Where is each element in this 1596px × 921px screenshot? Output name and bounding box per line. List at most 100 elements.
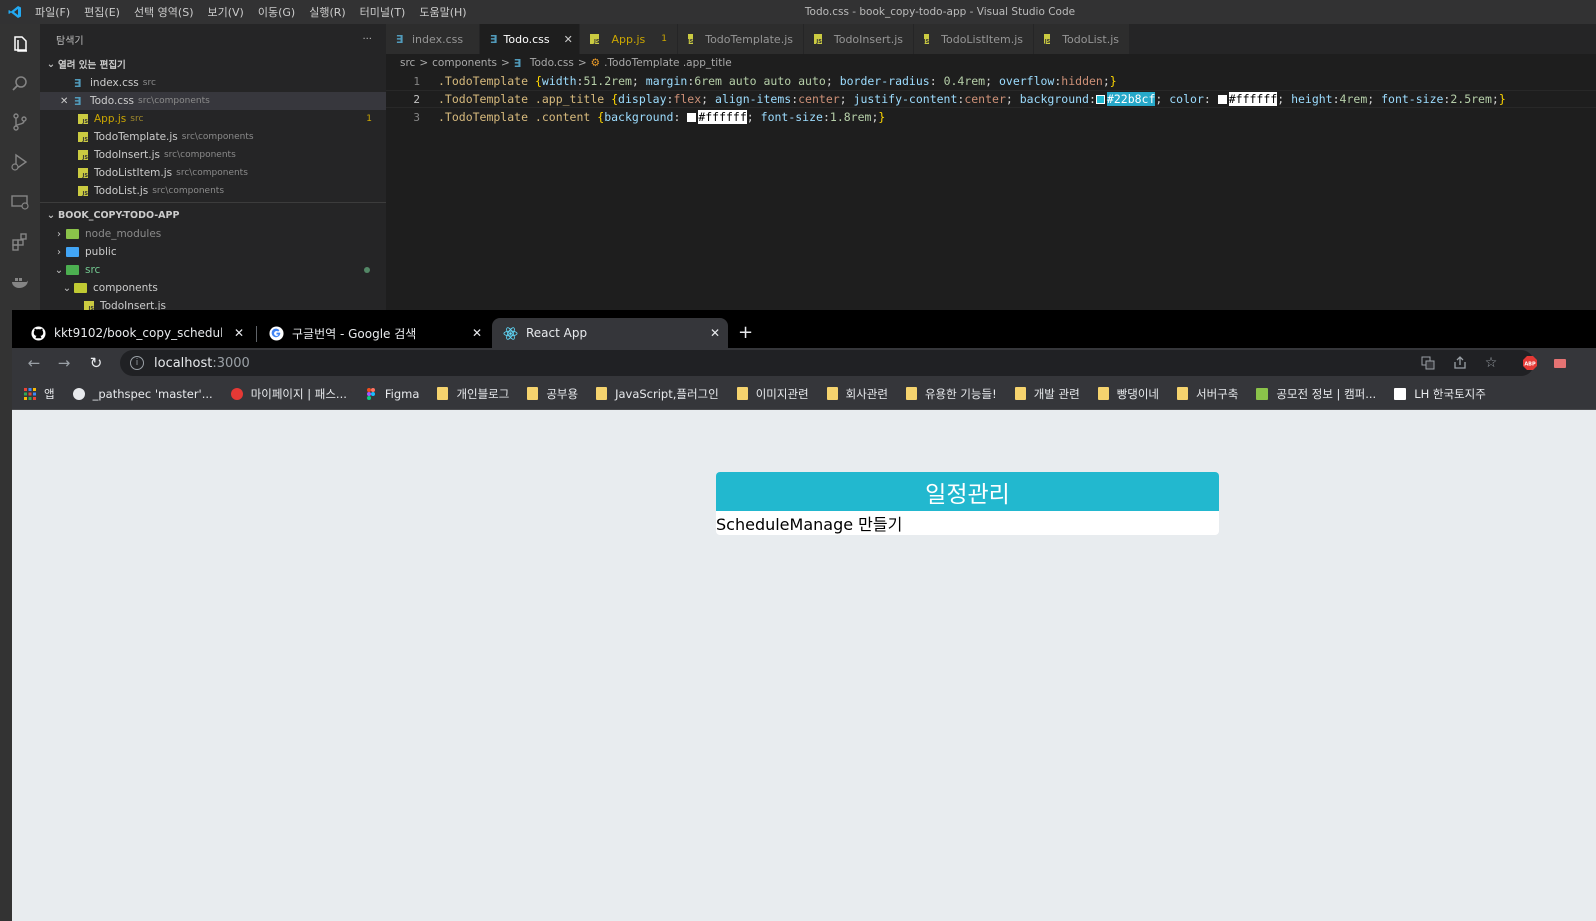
code-editor[interactable]: 1 .TodoTemplate {width:51.2rem; margin:6… (386, 72, 1596, 310)
tab-todo-css[interactable]: ∃ Todo.css ✕ (480, 24, 580, 54)
bookmark-folder[interactable]: 유용한 기능들! (905, 386, 997, 402)
open-editors-section[interactable]: ⌄ 열려 있는 편집기 (40, 54, 386, 74)
breadcrumb-item[interactable]: .TodoTemplate .app_title (604, 57, 732, 69)
bookmark-apps[interactable]: 앱 (24, 386, 55, 402)
back-arrow-icon[interactable]: ← (24, 353, 44, 373)
close-icon[interactable]: ✕ (60, 96, 74, 107)
vscode-logo-icon (0, 0, 30, 24)
tab-label: TodoListItem.js (941, 32, 1023, 46)
bookmark-item[interactable]: 마이페이지 | 패스... (230, 386, 347, 402)
open-editor-item[interactable]: TodoList.js src\components (40, 182, 386, 200)
bookmark-item[interactable]: LH 한국토지주 (1394, 386, 1486, 402)
github-icon (30, 325, 46, 341)
url-port: :3000 (212, 355, 250, 371)
close-tab-icon[interactable]: ✕ (710, 326, 720, 340)
run-debug-icon[interactable] (8, 150, 32, 174)
open-editor-item[interactable]: ∃ index.css src (40, 74, 386, 92)
menu-view[interactable]: 보기(V) (207, 4, 243, 20)
bookmark-star-icon[interactable]: ☆ (1483, 355, 1499, 371)
bookmark-item[interactable]: _pathspec 'master'... (72, 387, 213, 401)
css-file-icon: ∃ (513, 56, 522, 70)
bookmark-folder[interactable]: 개발 관련 (1014, 386, 1080, 402)
chrome-tab-react-app[interactable]: React App ✕ (492, 318, 728, 348)
bookmark-label: 빵댕이네 (1116, 386, 1160, 401)
color-swatch[interactable] (1095, 95, 1105, 104)
bookmark-label: 앱 (44, 386, 55, 401)
folder-icon (736, 387, 748, 400)
tree-item-folder[interactable]: ⌄ src (40, 261, 386, 279)
tree-item-folder[interactable]: › public (40, 243, 386, 261)
problem-count-badge: 1 (366, 114, 372, 124)
tree-item-folder[interactable]: ⌄ components (40, 279, 386, 297)
menu-terminal[interactable]: 터미널(T) (360, 4, 406, 20)
file-path: src\components (176, 168, 248, 178)
folder-icon (826, 387, 838, 400)
folder-icon (527, 387, 539, 400)
breadcrumb-item[interactable]: Todo.css (530, 57, 574, 69)
translate-icon[interactable] (1420, 355, 1436, 371)
search-icon[interactable] (8, 72, 32, 96)
menu-edit[interactable]: 편집(E) (84, 4, 120, 20)
bookmark-item[interactable]: 공모전 정보 | 캠퍼... (1256, 386, 1376, 402)
file-name: App.js (94, 113, 127, 125)
bookmark-folder[interactable]: 공부용 (527, 386, 578, 402)
more-actions-icon[interactable]: ··· (362, 34, 372, 45)
file-name: TodoList.js (94, 185, 149, 197)
address-bar[interactable]: i localhost :3000 (120, 350, 1534, 376)
site-icon (1394, 387, 1407, 400)
apps-grid-icon (24, 387, 36, 400)
menu-file[interactable]: 파일(F) (35, 4, 70, 20)
forward-arrow-icon[interactable]: → (54, 353, 74, 373)
open-editor-item[interactable]: App.js src 1 (40, 110, 386, 128)
tab-todoinsert-js[interactable]: TodoInsert.js (804, 24, 914, 54)
bookmark-label: LH 한국토지주 (1414, 386, 1486, 401)
bookmark-folder[interactable]: 서버구축 (1177, 386, 1238, 402)
tab-label: TodoList.js (1062, 32, 1119, 46)
bookmark-folder[interactable]: 개인블로그 (437, 386, 509, 402)
source-control-icon[interactable] (8, 110, 32, 134)
extensions-icon[interactable] (8, 230, 32, 254)
new-tab-button[interactable]: + (738, 322, 753, 343)
bookmark-folder[interactable]: JavaScript,플러그인 (596, 386, 719, 402)
open-editor-item[interactable]: TodoInsert.js src\components (40, 146, 386, 164)
chevron-down-icon: ⌄ (62, 282, 72, 294)
open-editor-item-active[interactable]: ✕ ∃ Todo.css src\components (40, 92, 386, 110)
reload-icon[interactable]: ↻ (86, 353, 106, 373)
explorer-icon[interactable] (8, 32, 32, 56)
js-file-icon (590, 34, 600, 45)
docker-icon[interactable] (8, 270, 32, 294)
menu-run[interactable]: 실행(R) (309, 4, 345, 20)
bookmark-label: Figma (384, 386, 420, 401)
open-editor-item[interactable]: TodoTemplate.js src\components (40, 128, 386, 146)
tab-app-js[interactable]: App.js 1 (580, 24, 678, 54)
share-icon[interactable] (1452, 355, 1468, 371)
adblock-icon[interactable]: ABP (1522, 355, 1538, 371)
breadcrumb-item[interactable]: components (432, 57, 497, 69)
tree-item-folder[interactable]: › node_modules (40, 225, 386, 243)
menu-selection[interactable]: 선택 영역(S) (134, 4, 194, 20)
folder-icon (66, 247, 79, 257)
open-editor-item[interactable]: TodoListItem.js src\components (40, 164, 386, 182)
tab-todotemplate-js[interactable]: TodoTemplate.js (678, 24, 804, 54)
tab-todolistitem-js[interactable]: TodoListItem.js (914, 24, 1034, 54)
tab-index-css[interactable]: ∃ index.css (386, 24, 480, 54)
close-tab-icon[interactable]: ✕ (234, 326, 244, 340)
close-tab-icon[interactable]: ✕ (564, 33, 573, 46)
bookmark-folder[interactable]: 이미지관련 (736, 386, 809, 402)
color-swatch[interactable] (687, 113, 697, 122)
breadcrumb-item[interactable]: src (400, 57, 415, 69)
remote-explorer-icon[interactable] (8, 190, 32, 214)
tab-todolist-js[interactable]: TodoList.js (1034, 24, 1130, 54)
bookmark-folder[interactable]: 빵댕이네 (1097, 386, 1160, 402)
color-swatch[interactable] (1217, 95, 1227, 104)
project-section[interactable]: ⌄ BOOK_COPY-TODO-APP (40, 205, 386, 225)
chrome-tab-google[interactable]: 구글번역 - Google 검색 ✕ (258, 318, 490, 348)
close-tab-icon[interactable]: ✕ (472, 326, 482, 340)
menu-go[interactable]: 이동(G) (258, 4, 295, 20)
site-info-icon[interactable]: i (130, 356, 144, 370)
chrome-tab-github[interactable]: kkt9102/book_copy_scheduleMa ✕ (20, 318, 252, 348)
bookmark-folder[interactable]: 회사관련 (826, 386, 888, 402)
bookmark-item[interactable]: Figma (365, 386, 420, 401)
extension-icon[interactable] (1552, 355, 1568, 371)
menu-help[interactable]: 도움말(H) (419, 4, 466, 20)
